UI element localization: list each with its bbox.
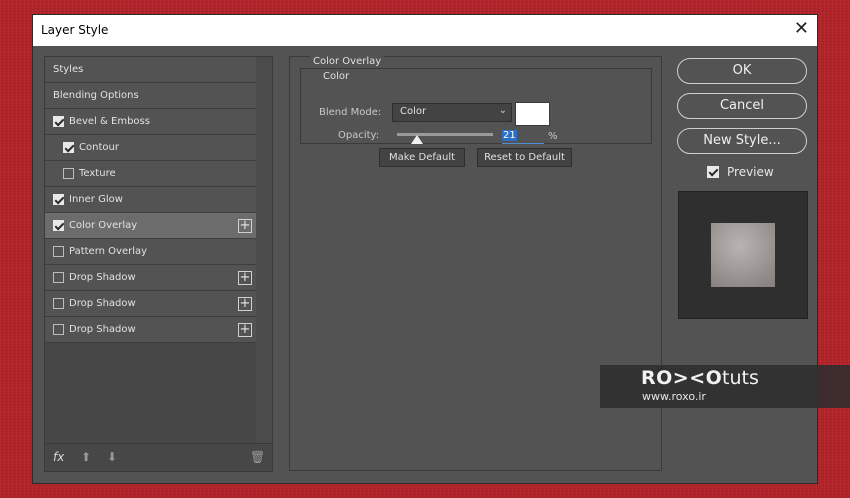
reset-default-button[interactable]: Reset to Default (477, 148, 572, 167)
style-item[interactable]: Blending Options (45, 83, 256, 109)
move-up-icon[interactable]: ⬆ (81, 450, 91, 464)
watermark-tuts: tuts (722, 367, 759, 389)
blend-mode-select[interactable]: Color ⌄ (392, 103, 512, 122)
trash-icon[interactable]: 🗑 (250, 450, 265, 464)
dialog-title: Layer Style (41, 23, 109, 37)
dialog-titlebar: Layer Style ✕ (33, 15, 817, 46)
make-default-button[interactable]: Make Default (379, 148, 465, 167)
blend-mode-value: Color (400, 106, 427, 117)
style-item[interactable]: Bevel & Emboss (45, 109, 256, 135)
preview-checkbox[interactable] (707, 166, 719, 178)
style-item-label: Inner Glow (69, 194, 123, 205)
color-overlay-panel: Color Overlay Color Blend Mode: Color ⌄ … (289, 56, 662, 471)
style-checkbox[interactable] (53, 246, 64, 257)
close-icon[interactable]: ✕ (794, 19, 809, 39)
styles-footer: fx ⬆ ⬇ 🗑 (45, 443, 272, 471)
style-checkbox[interactable] (53, 272, 64, 283)
group-title: Color (320, 71, 353, 82)
style-checkbox[interactable] (53, 194, 64, 205)
layer-style-dialog: Layer Style ✕ Styles Blending Options Beve… (32, 14, 818, 484)
color-fieldset: Color Blend Mode: Color ⌄ Opacity: 21 % (300, 68, 652, 144)
style-item[interactable]: Contour (45, 135, 256, 161)
style-checkbox[interactable] (53, 298, 64, 309)
opacity-input[interactable]: 21 (502, 130, 544, 144)
section-title: Color Overlay (310, 56, 385, 67)
style-item[interactable]: Texture (45, 161, 256, 187)
style-item-label: Styles (53, 64, 84, 75)
style-item[interactable]: Styles (45, 57, 256, 83)
style-item-label: Blending Options (53, 90, 139, 101)
style-checkbox[interactable] (53, 324, 64, 335)
add-effect-icon[interactable]: + (238, 323, 252, 337)
style-item-label: Drop Shadow (69, 272, 136, 283)
add-effect-icon[interactable]: + (238, 297, 252, 311)
style-item-label: Texture (79, 168, 116, 179)
opacity-unit: % (548, 131, 558, 142)
move-down-icon[interactable]: ⬇ (107, 450, 117, 464)
style-checkbox[interactable] (53, 220, 64, 231)
add-effect-icon[interactable]: + (238, 219, 252, 233)
styles-scrollbar[interactable] (256, 57, 272, 445)
style-item-label: Pattern Overlay (69, 246, 148, 257)
style-item-label: Color Overlay (69, 220, 138, 231)
add-effect-icon[interactable]: + (238, 271, 252, 285)
styles-list: Styles Blending Options Bevel & Emboss Cont… (45, 57, 256, 343)
watermark-url: www.roxo.ir (642, 390, 706, 403)
preview-toggle[interactable]: Preview (707, 165, 774, 179)
new-style-button[interactable]: New Style... (677, 128, 807, 154)
chevron-down-icon: ⌄ (498, 105, 507, 116)
styles-panel: Styles Blending Options Bevel & Emboss Cont… (44, 56, 273, 472)
watermark: RO><O tuts www.roxo.ir (600, 365, 850, 408)
preview-label: Preview (727, 165, 774, 179)
watermark-logo: RO><O (641, 367, 723, 389)
fx-icon[interactable]: fx (53, 450, 64, 464)
style-item[interactable]: Inner Glow (45, 187, 256, 213)
cancel-button[interactable]: Cancel (677, 93, 807, 119)
ok-button[interactable]: OK (677, 58, 807, 84)
style-item[interactable]: Drop Shadow + (45, 265, 256, 291)
style-item[interactable]: Drop Shadow + (45, 317, 256, 343)
style-item[interactable]: Pattern Overlay (45, 239, 256, 265)
opacity-label: Opacity: (338, 130, 380, 141)
style-item-label: Contour (79, 142, 119, 153)
style-item[interactable]: Drop Shadow + (45, 291, 256, 317)
style-checkbox[interactable] (63, 168, 74, 179)
opacity-slider-thumb[interactable] (411, 135, 424, 144)
style-checkbox[interactable] (63, 142, 74, 153)
style-item[interactable]: Color Overlay + (45, 213, 256, 239)
preview-thumbnail (678, 191, 808, 319)
blend-mode-label: Blend Mode: (319, 107, 382, 118)
style-checkbox[interactable] (53, 116, 64, 127)
style-item-label: Bevel & Emboss (69, 116, 150, 127)
style-item-label: Drop Shadow (69, 298, 136, 309)
overlay-color-swatch[interactable] (515, 102, 550, 126)
preview-image (711, 223, 775, 287)
style-item-label: Drop Shadow (69, 324, 136, 335)
